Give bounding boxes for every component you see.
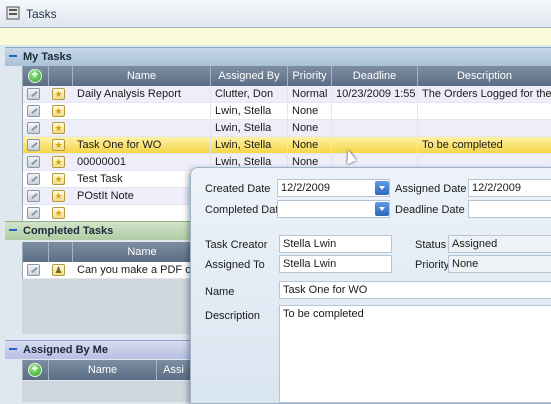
edit-icon[interactable]	[27, 264, 40, 276]
add-task-button[interactable]: +	[28, 69, 42, 83]
col-priority[interactable]: Priority	[288, 66, 332, 86]
task-creator-field[interactable]: Stella Lwin	[279, 235, 392, 253]
calendar-dropdown-icon[interactable]	[375, 181, 389, 195]
cell-description	[418, 120, 551, 136]
cell-priority: None	[288, 120, 332, 136]
cell-name: Daily Analysis Report	[73, 86, 211, 102]
cell-priority: Normal	[288, 86, 332, 102]
edit-icon[interactable]	[27, 122, 40, 134]
created-date-field[interactable]: 12/2/2009	[277, 179, 390, 197]
table-row[interactable]: ★ Lwin, Stella None	[23, 103, 551, 120]
cell-assigned-by: Lwin, Stella	[211, 120, 288, 136]
status-select[interactable]: Assigned	[448, 235, 551, 253]
edit-icon[interactable]	[27, 156, 40, 168]
completed-date-field[interactable]	[277, 200, 390, 218]
priority-select[interactable]: None	[448, 255, 551, 273]
calendar-dropdown-icon[interactable]	[375, 202, 389, 216]
deadline-date-label: Deadline Date	[395, 204, 465, 216]
description-field[interactable]: To be completed	[279, 305, 551, 403]
add-assigned-button[interactable]: +	[28, 363, 42, 377]
col-assigned[interactable]: Assi	[157, 360, 191, 380]
deadline-date-field[interactable]	[468, 200, 551, 218]
my-tasks-title: My Tasks	[23, 51, 72, 63]
collapse-icon[interactable]	[9, 229, 17, 231]
cell-name: Task One for WO	[73, 137, 211, 153]
cell-name	[73, 103, 211, 119]
cell-assigned-by: Lwin, Stella	[211, 137, 288, 153]
star-icon[interactable]: ★	[52, 173, 65, 185]
star-icon[interactable]: ★	[52, 190, 65, 202]
completed-empty-area	[22, 279, 190, 334]
name-field[interactable]: Task One for WO	[279, 281, 551, 299]
assigned-to-label: Assigned To	[205, 259, 265, 271]
info-banner	[0, 28, 551, 45]
edit-icon[interactable]	[27, 207, 40, 219]
cell-deadline: 10/23/2009 1:55 PM	[332, 86, 418, 102]
star-col-header	[49, 66, 73, 86]
add-cell: +	[23, 360, 49, 380]
cell-name	[73, 120, 211, 136]
col-name[interactable]: Name	[49, 360, 157, 380]
edit-icon[interactable]	[27, 105, 40, 117]
assigned-by-me-title: Assigned By Me	[23, 344, 108, 356]
star-icon[interactable]: ★	[52, 156, 65, 168]
add-cell: +	[23, 66, 49, 86]
edit-icon[interactable]	[27, 139, 40, 151]
cell-description	[418, 103, 551, 119]
col-name[interactable]: Name	[73, 66, 211, 86]
edit-icon[interactable]	[27, 173, 40, 185]
assigned-empty-area	[22, 381, 190, 402]
cell-deadline	[332, 103, 418, 119]
star-icon[interactable]: ★	[52, 105, 65, 117]
collapse-icon[interactable]	[9, 348, 17, 350]
task-detail-popup: Created Date 12/2/2009 Completed Date As…	[190, 167, 551, 404]
completed-date-label: Completed Date	[205, 204, 285, 216]
priority-label: Priority	[415, 259, 450, 271]
col-deadline[interactable]: Deadline	[332, 66, 418, 86]
cell-description: To be completed	[418, 137, 551, 153]
created-date-label: Created Date	[205, 183, 271, 195]
table-row[interactable]: ★ Daily Analysis Report Clutter, Don Normal…	[23, 86, 551, 103]
my-tasks-section-header[interactable]: My Tasks	[5, 47, 551, 66]
assigned-date-label: Assigned Date	[395, 183, 467, 195]
cell-priority: None	[288, 103, 332, 119]
cell-name: 00000001	[73, 154, 211, 170]
col-description[interactable]: Description	[418, 66, 551, 86]
blank-col	[23, 242, 49, 262]
my-tasks-grid-header: + Name Assigned By Priority Deadline Des…	[23, 66, 551, 86]
cell-deadline	[332, 120, 418, 136]
edit-icon[interactable]	[27, 88, 40, 100]
description-label: Description	[205, 310, 261, 322]
assigned-date-field[interactable]: 12/2/2009	[468, 179, 551, 197]
edit-icon[interactable]	[27, 190, 40, 202]
cell-assigned-by: Lwin, Stella	[211, 103, 288, 119]
cell-description: The Orders Logged for the date range	[418, 86, 551, 102]
star-icon[interactable]: ★	[52, 207, 65, 219]
cell-priority: None	[288, 137, 332, 153]
cell-assigned-by: Clutter, Don	[211, 86, 288, 102]
table-row[interactable]: ★ Lwin, Stella None	[23, 120, 551, 137]
flag-col	[49, 242, 73, 262]
window-title: Tasks	[26, 7, 57, 21]
star-icon[interactable]: ★	[52, 139, 65, 151]
collapse-icon[interactable]	[9, 55, 17, 57]
star-icon[interactable]: ★	[52, 88, 65, 100]
task-creator-label: Task Creator	[205, 239, 268, 251]
tasks-app-icon	[6, 6, 20, 20]
person-icon[interactable]: ♟	[52, 264, 65, 276]
status-label: Status	[415, 239, 447, 251]
table-row[interactable]: ★ Task One for WO Lwin, Stella None To be co…	[23, 137, 551, 154]
assigned-to-field[interactable]: Stella Lwin	[279, 255, 392, 273]
col-assigned-by[interactable]: Assigned By	[211, 66, 288, 86]
star-icon[interactable]: ★	[52, 122, 65, 134]
completed-tasks-title: Completed Tasks	[23, 225, 114, 237]
title-bar: Tasks	[0, 0, 551, 28]
name-label: Name	[205, 286, 235, 298]
